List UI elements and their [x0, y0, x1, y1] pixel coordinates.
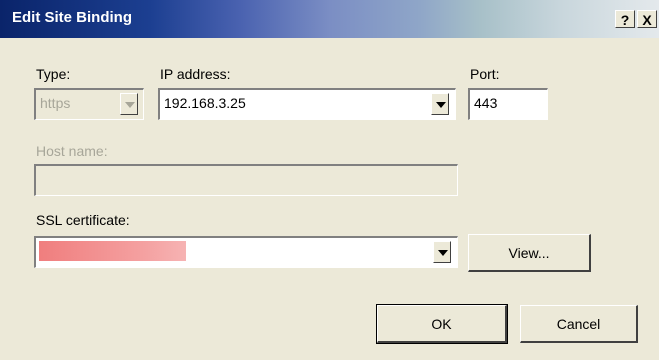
cancel-button[interactable]: Cancel — [520, 305, 638, 343]
ip-address-dropdown-button[interactable] — [431, 93, 449, 115]
title-bar: Edit Site Binding ? X — [0, 0, 659, 38]
port-label: Port: — [470, 66, 500, 82]
edit-site-binding-dialog: Edit Site Binding ? X Type: https IP add… — [0, 0, 659, 360]
chevron-down-icon — [436, 102, 446, 108]
port-value: 443 — [474, 95, 498, 111]
ssl-certificate-select[interactable] — [34, 236, 458, 268]
ssl-certificate-dropdown-button[interactable] — [433, 241, 451, 263]
type-select: https — [34, 88, 144, 120]
close-button[interactable]: X — [637, 10, 657, 28]
ip-address-label: IP address: — [160, 66, 231, 82]
ip-address-select[interactable]: 192.168.3.25 — [158, 88, 456, 120]
port-input[interactable]: 443 — [468, 88, 548, 120]
ok-button[interactable]: OK — [376, 304, 508, 344]
view-button[interactable]: View... — [468, 234, 591, 272]
help-button[interactable]: ? — [615, 10, 635, 28]
redacted-certificate-value — [39, 241, 186, 261]
host-name-input — [34, 164, 458, 196]
ip-address-value: 192.168.3.25 — [164, 95, 246, 111]
chevron-down-icon — [125, 102, 135, 108]
ssl-certificate-label: SSL certificate: — [36, 212, 130, 228]
type-dropdown-button — [120, 93, 138, 115]
chevron-down-icon — [438, 250, 448, 256]
type-label: Type: — [36, 66, 71, 82]
host-name-label: Host name: — [36, 143, 108, 159]
type-value: https — [40, 95, 71, 111]
dialog-title: Edit Site Binding — [12, 9, 132, 26]
